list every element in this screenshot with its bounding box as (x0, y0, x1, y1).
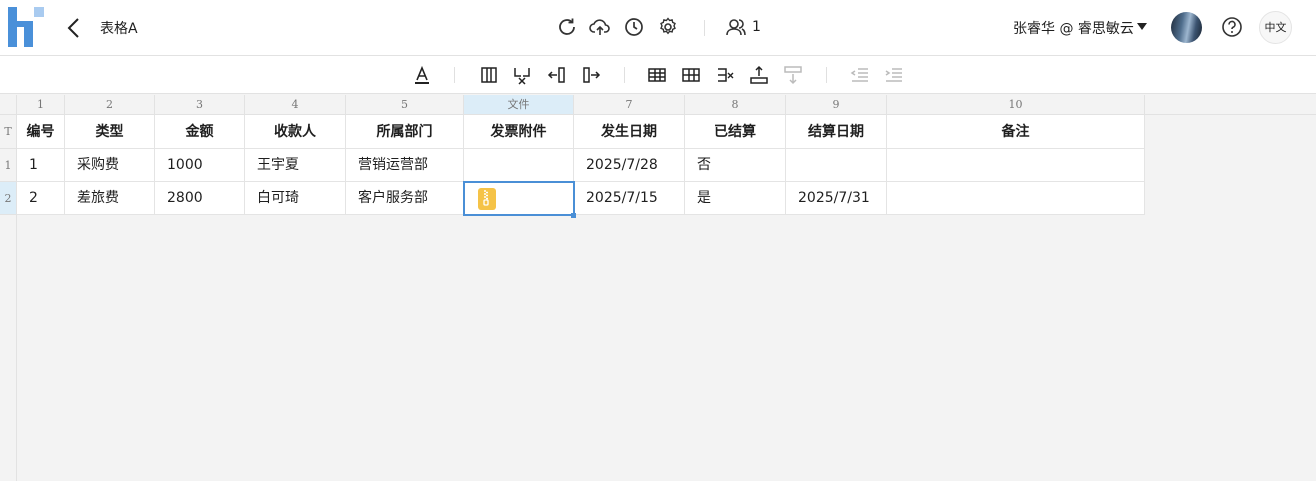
table-cell[interactable] (887, 182, 1145, 215)
table-cell[interactable]: 是 (685, 182, 786, 215)
column-header[interactable]: 8 (685, 95, 786, 115)
column-header-empty (1145, 95, 1316, 115)
table-cell[interactable]: 2800 (155, 182, 245, 215)
table-cell[interactable] (464, 149, 574, 182)
header-divider (704, 20, 705, 36)
user-dropdown-caret-icon[interactable] (1137, 23, 1147, 30)
table-cell-selected[interactable] (464, 182, 574, 215)
table-cell[interactable]: 采购费 (65, 149, 155, 182)
toolbar-divider (454, 67, 455, 83)
table-cell[interactable]: 2025/7/31 (786, 182, 887, 215)
table-header-cell[interactable]: 类型 (65, 115, 155, 149)
table-cell[interactable]: 差旅费 (65, 182, 155, 215)
row-header-selected[interactable]: 2 (0, 182, 17, 215)
format-toolbar (0, 56, 1316, 94)
column-header[interactable]: 5 (346, 95, 464, 115)
column-header[interactable]: 4 (245, 95, 346, 115)
cloud-upload-icon[interactable] (589, 16, 611, 38)
table-cell[interactable]: 2 (17, 182, 65, 215)
toolbar-divider (624, 67, 625, 83)
row-header-empty (0, 215, 17, 481)
column-header[interactable]: 9 (786, 95, 887, 115)
column-header[interactable]: 10 (887, 95, 1145, 115)
table-cell[interactable] (887, 149, 1145, 182)
table-header-cell[interactable]: 备注 (887, 115, 1145, 149)
user-menu[interactable]: 张睿华 @ 睿思敏云 (1013, 18, 1134, 38)
column-header[interactable]: 2 (65, 95, 155, 115)
table-header-cell[interactable]: 发生日期 (574, 115, 685, 149)
insert-row-icon[interactable] (680, 64, 702, 86)
table-header-cell[interactable]: 编号 (17, 115, 65, 149)
grid-corner (0, 95, 17, 115)
insert-column-icon[interactable] (478, 64, 500, 86)
column-header-selected[interactable]: 文件 (464, 95, 574, 115)
row-up-icon[interactable] (748, 64, 770, 86)
table-header-cell[interactable]: 结算日期 (786, 115, 887, 149)
insert-column-left-icon[interactable] (546, 64, 568, 86)
table-cell[interactable]: 客户服务部 (346, 182, 464, 215)
history-clock-icon[interactable] (623, 16, 645, 38)
table-header-cell[interactable]: 已结算 (685, 115, 786, 149)
collaborators-icon[interactable] (725, 16, 747, 38)
refresh-icon[interactable] (556, 16, 578, 38)
delete-row-icon[interactable] (714, 64, 736, 86)
file-attachment-icon[interactable] (478, 188, 496, 210)
table-header-cell[interactable]: 发票附件 (464, 115, 574, 149)
text-color-icon[interactable] (411, 64, 433, 86)
indent-icon[interactable] (883, 64, 905, 86)
outdent-icon[interactable] (849, 64, 871, 86)
column-header[interactable]: 7 (574, 95, 685, 115)
row-header[interactable]: T (0, 115, 17, 149)
table-cell[interactable] (786, 149, 887, 182)
avatar[interactable] (1171, 12, 1202, 43)
document-title[interactable]: 表格A (100, 18, 138, 38)
collaborators-count: 1 (752, 19, 761, 35)
table-icon[interactable] (646, 64, 668, 86)
language-switch[interactable]: 中文 (1259, 11, 1292, 44)
column-header[interactable]: 1 (17, 95, 65, 115)
top-bar: 表格A 1 张睿华 @ 睿思敏云 中文 (0, 0, 1316, 56)
table-cell[interactable]: 营销运营部 (346, 149, 464, 182)
table-header-cell[interactable]: 所属部门 (346, 115, 464, 149)
app-logo[interactable] (8, 7, 48, 47)
table-cell[interactable]: 否 (685, 149, 786, 182)
table-cell[interactable]: 王宇夏 (245, 149, 346, 182)
table-header-cell[interactable]: 金额 (155, 115, 245, 149)
table-cell[interactable]: 白可琦 (245, 182, 346, 215)
table-cell[interactable]: 1000 (155, 149, 245, 182)
table-cell[interactable]: 2025/7/15 (574, 182, 685, 215)
help-icon[interactable] (1221, 16, 1243, 38)
insert-column-right-icon[interactable] (580, 64, 602, 86)
toolbar-divider (826, 67, 827, 83)
table-cell[interactable]: 2025/7/28 (574, 149, 685, 182)
settings-gear-icon[interactable] (657, 16, 679, 38)
row-header[interactable]: 1 (0, 149, 17, 182)
fill-handle[interactable] (571, 213, 576, 218)
delete-column-icon[interactable] (511, 64, 533, 86)
table-header-cell[interactable]: 收款人 (245, 115, 346, 149)
column-header[interactable]: 3 (155, 95, 245, 115)
back-arrow-icon[interactable] (64, 16, 84, 40)
row-down-icon[interactable] (782, 64, 804, 86)
table-cell[interactable]: 1 (17, 149, 65, 182)
